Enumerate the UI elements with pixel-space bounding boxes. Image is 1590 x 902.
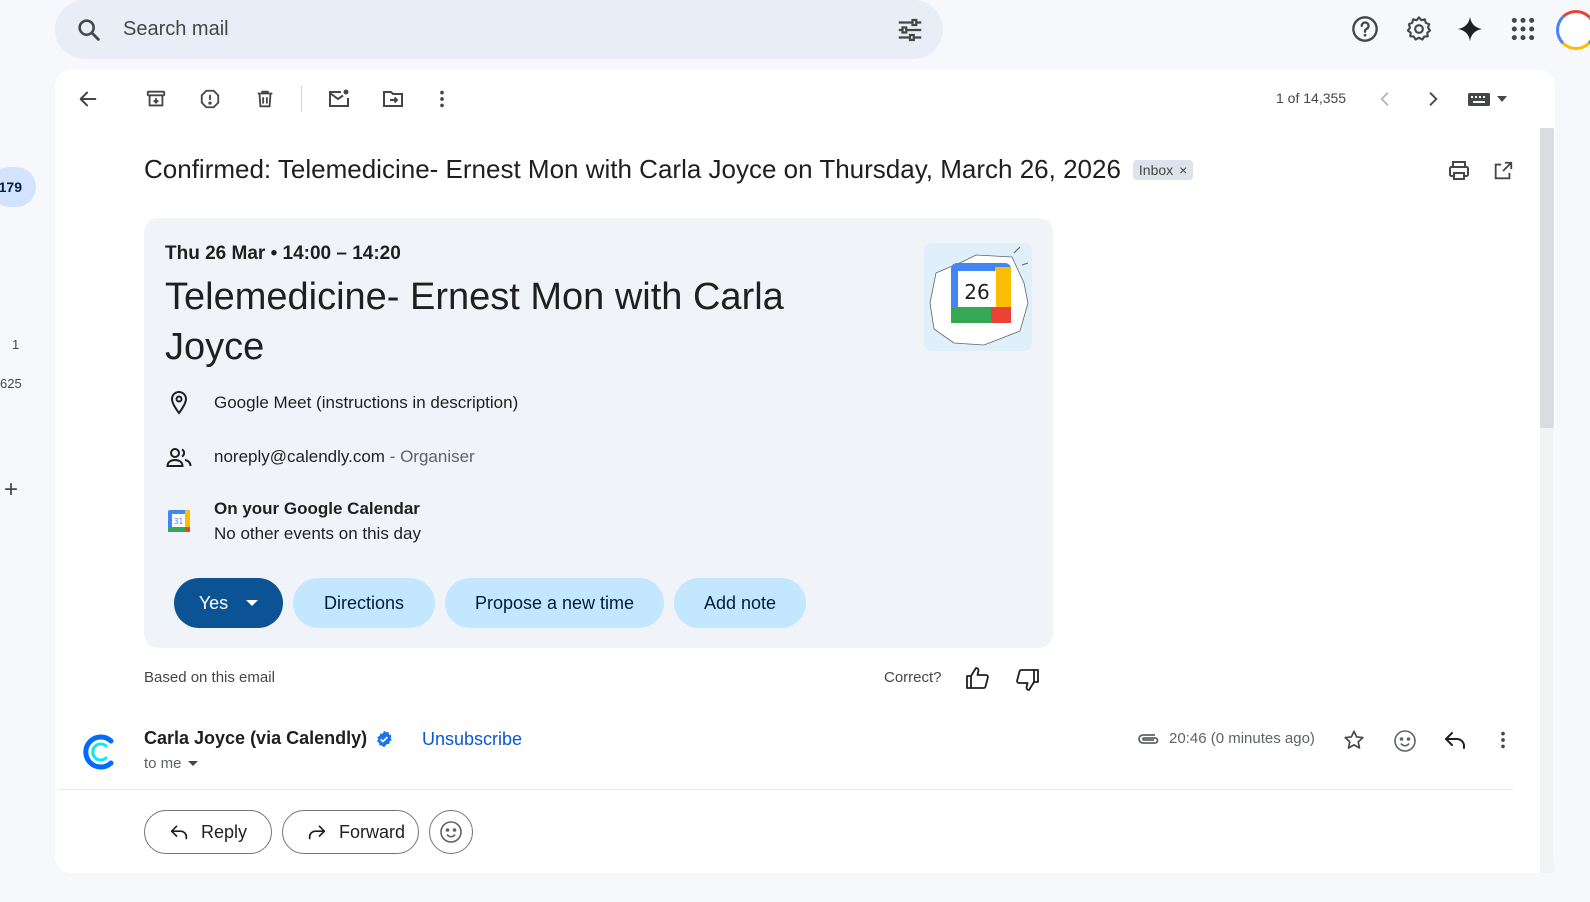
account-avatar[interactable] — [1556, 10, 1590, 50]
subject-row: Confirmed: Telemedicine- Ernest Mon with… — [144, 154, 1194, 185]
help-icon[interactable] — [1349, 13, 1381, 45]
unsubscribe-link[interactable]: Unsubscribe — [422, 729, 522, 750]
delete-icon[interactable] — [252, 86, 278, 112]
illustration-day: 26 — [964, 280, 989, 304]
rail-count-b: 625 — [0, 376, 22, 391]
correct-question: Correct? — [884, 669, 942, 686]
forward-button[interactable]: Forward — [282, 810, 419, 854]
inbox-unread-badge[interactable]: 179 — [0, 167, 36, 207]
attachment-icon — [1137, 731, 1161, 747]
message-divider — [59, 789, 1513, 790]
emoji-icon — [439, 820, 463, 844]
reply-label: Reply — [201, 821, 248, 842]
rail-count-a: 1 — [12, 337, 20, 352]
pager-count: 1 of 14,355 — [1276, 90, 1347, 106]
add-note-button[interactable]: Add note — [674, 578, 806, 628]
recipients-text: to me — [144, 755, 182, 772]
event-organiser: noreply@calendly.com - Organiser — [214, 447, 475, 467]
input-tools-button[interactable] — [1467, 90, 1507, 108]
caret-down-icon — [1497, 95, 1507, 103]
archive-icon[interactable] — [143, 86, 169, 112]
event-location: Google Meet (instructions in description… — [214, 393, 519, 412]
create-label-plus-icon[interactable]: + — [4, 478, 18, 502]
tune-icon[interactable] — [895, 15, 925, 45]
reply-icon[interactable] — [1443, 729, 1467, 751]
report-spam-icon[interactable] — [197, 86, 223, 112]
search-input[interactable]: Search mail — [123, 18, 895, 41]
inbox-label-text: Inbox — [1138, 161, 1174, 178]
caret-down-icon — [246, 599, 259, 607]
thumbs-up-icon[interactable] — [965, 666, 991, 690]
recipients-toggle[interactable]: to me — [144, 755, 198, 772]
emoji-reaction-button[interactable] — [429, 810, 473, 854]
propose-new-time-button[interactable]: Propose a new time — [445, 578, 664, 628]
forward-label: Forward — [339, 821, 406, 842]
directions-button[interactable]: Directions — [293, 578, 435, 628]
message-time: 20:46 (0 minutes ago) — [1169, 730, 1315, 747]
sparkle-icon[interactable] — [1454, 13, 1486, 45]
event-datetime: Thu 26 Mar • 14:00 – 14:20 — [165, 243, 401, 264]
search-bar[interactable]: Search mail — [55, 0, 943, 59]
calendar-subtext: No other events on this day — [214, 524, 421, 543]
inbox-label-chip[interactable]: Inbox × — [1132, 159, 1194, 180]
event-title: Telemedicine- Ernest Mon with Carla Joyc… — [165, 276, 784, 368]
based-on-email-text: Based on this email — [144, 669, 275, 686]
reply-icon — [169, 823, 189, 841]
sender-name[interactable]: Carla Joyce (via Calendly) — [144, 728, 367, 749]
rsvp-yes-label: Yes — [198, 592, 229, 613]
rsvp-yes-button[interactable]: Yes — [174, 578, 283, 628]
reply-button[interactable]: Reply — [144, 810, 272, 854]
calendar-icon-day: 31 — [174, 517, 184, 526]
star-icon[interactable] — [1343, 729, 1365, 751]
remove-label-icon[interactable]: × — [1179, 162, 1187, 178]
more-vert-icon[interactable] — [429, 86, 455, 112]
add-reaction-icon[interactable] — [1393, 729, 1417, 753]
gear-icon[interactable] — [1403, 13, 1435, 45]
calendar-illustration: 26 — [924, 243, 1032, 351]
people-icon — [166, 446, 192, 468]
inbox-unread-count: 179 — [0, 179, 22, 195]
keyboard-icon — [1467, 90, 1491, 108]
chevron-left-icon[interactable] — [1372, 86, 1398, 112]
organiser-role: - Organiser — [384, 447, 475, 466]
calendar-heading: On your Google Calendar — [214, 499, 420, 518]
move-to-icon[interactable] — [380, 86, 406, 112]
back-arrow-icon[interactable] — [75, 86, 101, 112]
location-pin-icon — [167, 390, 191, 416]
apps-grid-icon[interactable] — [1507, 13, 1539, 45]
scrollbar-thumb[interactable] — [1540, 128, 1554, 428]
mark-unread-icon[interactable] — [326, 86, 352, 112]
search-icon[interactable] — [75, 16, 103, 44]
organiser-email: noreply@calendly.com — [214, 447, 385, 466]
print-icon[interactable] — [1446, 158, 1472, 184]
chevron-right-icon[interactable] — [1420, 86, 1446, 112]
open-in-new-window-icon[interactable] — [1490, 158, 1516, 184]
forward-icon — [307, 823, 327, 841]
caret-down-icon — [187, 760, 198, 767]
verified-badge-icon — [375, 730, 393, 748]
calendly-avatar-icon[interactable] — [75, 727, 125, 777]
thumbs-down-icon[interactable] — [1014, 668, 1040, 692]
toolbar-divider — [301, 86, 302, 112]
more-vert-icon[interactable] — [1492, 729, 1514, 751]
google-calendar-icon: 31 — [167, 509, 191, 533]
sender-line: Carla Joyce (via Calendly) — [144, 728, 393, 749]
message-subject: Confirmed: Telemedicine- Ernest Mon with… — [144, 154, 1121, 184]
